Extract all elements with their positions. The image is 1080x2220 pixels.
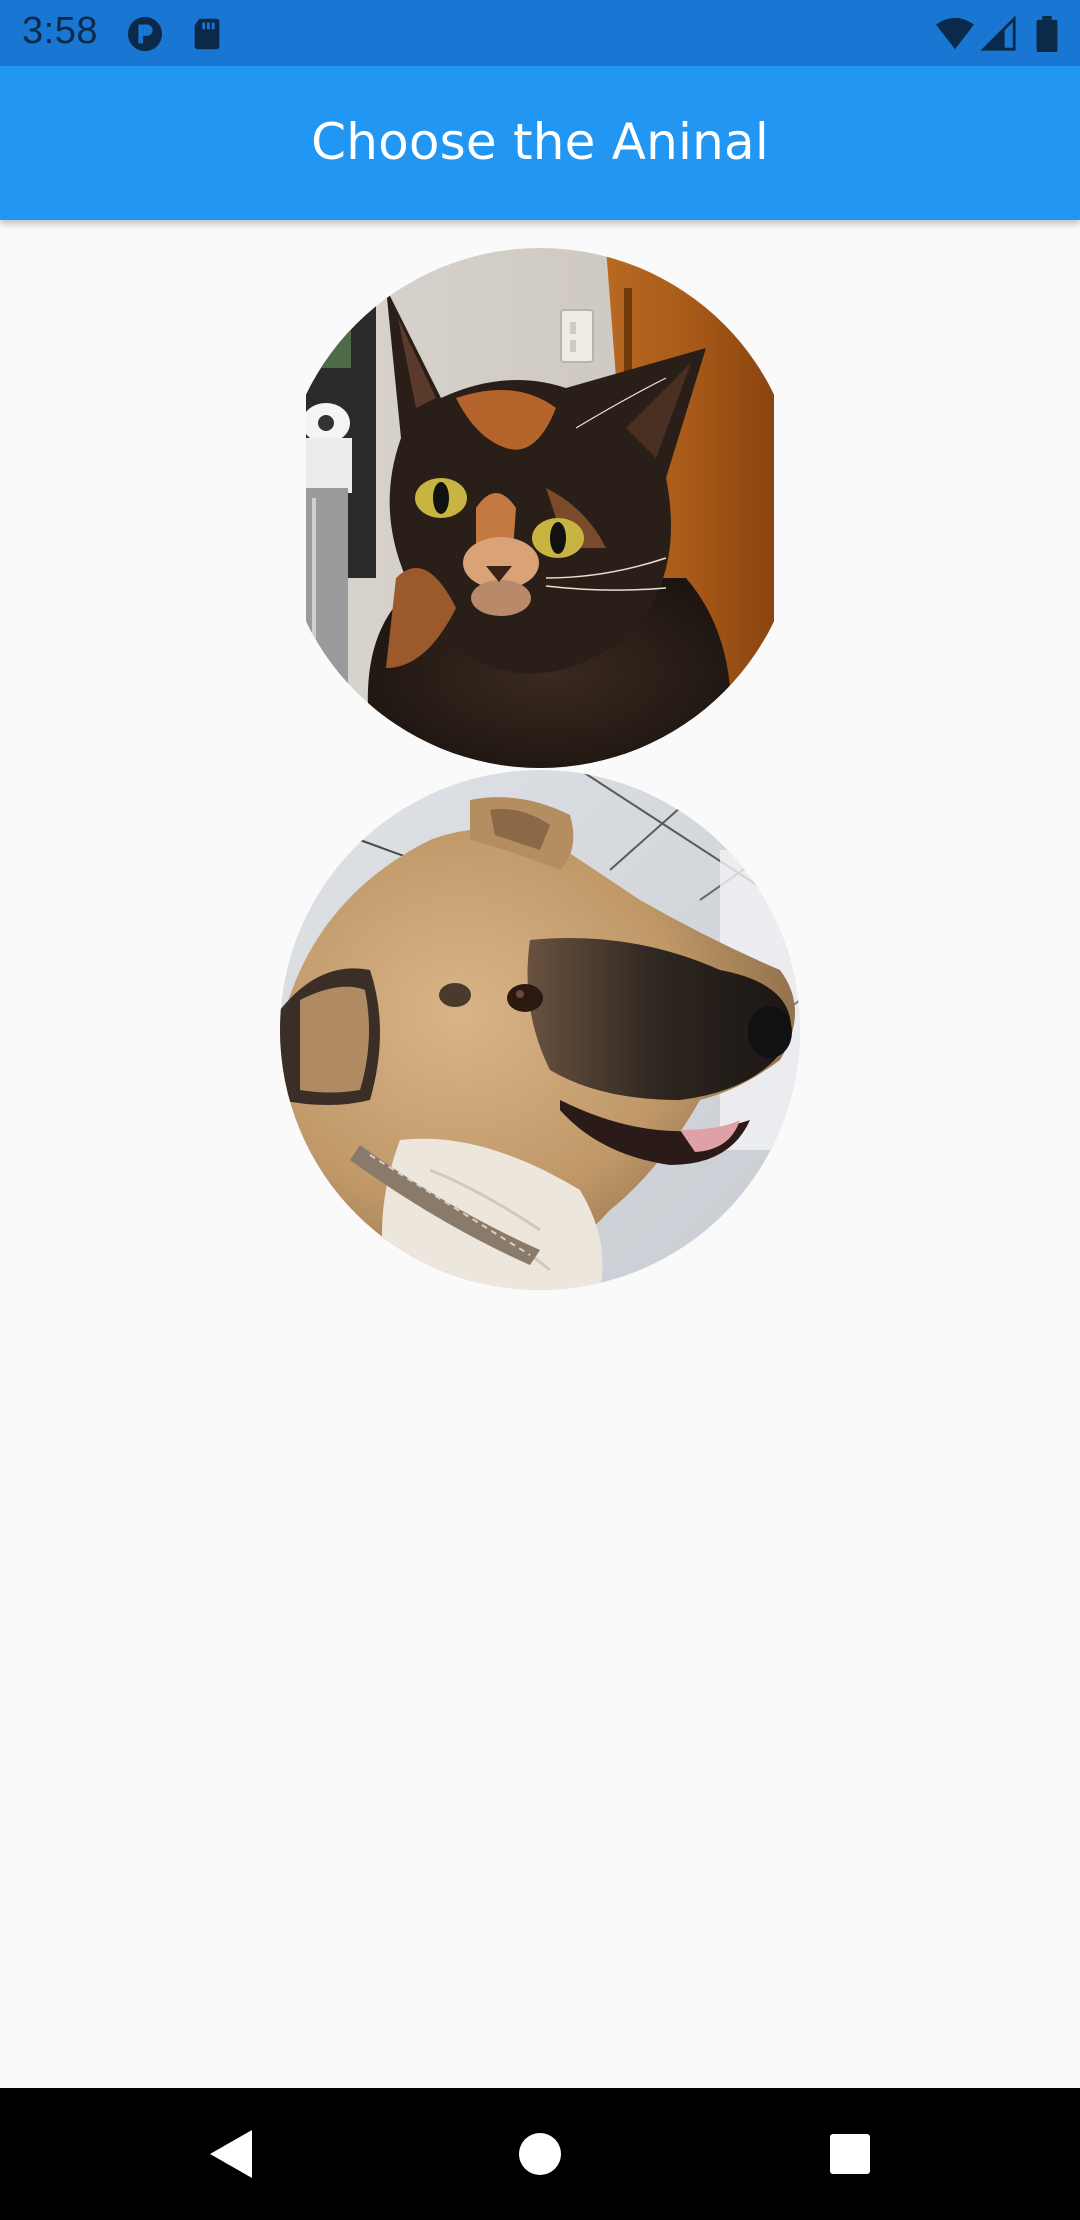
back-button[interactable]	[200, 2122, 264, 2186]
home-button[interactable]	[508, 2122, 572, 2186]
wifi-icon	[934, 15, 976, 53]
app-notification-icon	[126, 15, 164, 53]
navigation-bar	[0, 2088, 1080, 2220]
cat-image	[306, 248, 774, 768]
app-screen: 3:58 Choose the Aninal	[0, 0, 1080, 2220]
dog-image	[280, 770, 800, 1290]
recents-icon	[830, 2134, 870, 2174]
status-time: 3:58	[22, 10, 98, 52]
status-bar: 3:58	[0, 0, 1080, 66]
cell-signal-icon	[980, 15, 1018, 53]
home-icon	[519, 2133, 561, 2175]
app-title: Choose the Aninal	[311, 113, 769, 171]
recents-button[interactable]	[818, 2122, 882, 2186]
dog-button[interactable]	[280, 770, 800, 1290]
sd-card-icon	[188, 15, 226, 53]
cat-button[interactable]	[280, 248, 800, 768]
battery-icon	[1032, 15, 1062, 53]
back-icon	[210, 2130, 252, 2178]
app-bar: Choose the Aninal	[0, 66, 1080, 220]
